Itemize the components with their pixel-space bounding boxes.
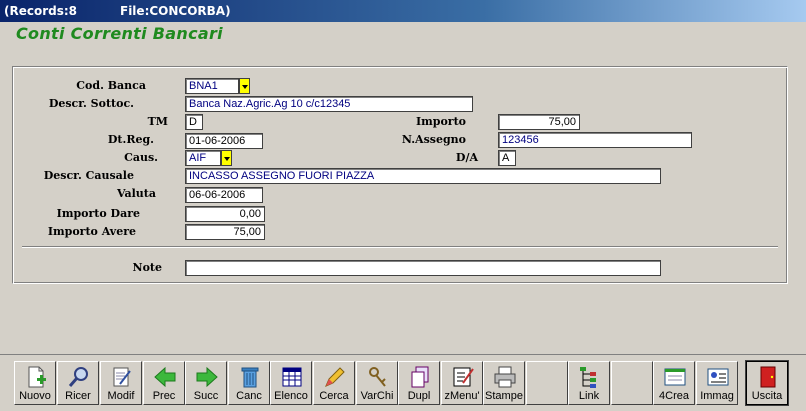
window-title-bar: (Records:8 File:CONCORBA) xyxy=(0,0,806,22)
records-count: (Records:8 xyxy=(4,4,78,18)
modif-button[interactable]: Modif xyxy=(100,361,142,405)
image-card-icon xyxy=(707,368,729,386)
ricer-button[interactable]: Ricer xyxy=(57,361,99,405)
uscita-button[interactable]: Uscita xyxy=(745,360,789,406)
stampe-button[interactable]: Stampe xyxy=(483,361,525,405)
descr-sottoc-field[interactable]: Banca Naz.Agric.Ag 10 c/c12345 xyxy=(185,96,473,112)
label-importo: Importo xyxy=(415,115,466,128)
nuovo-label: Nuovo xyxy=(19,390,51,402)
importo-avere-field[interactable]: 75,00 xyxy=(185,224,265,240)
arrow-right-icon xyxy=(196,366,218,388)
label-caus: Caus. xyxy=(124,151,158,164)
bottom-toolbar: Nuovo Ricer Modif Prec Succ Canc Elenco … xyxy=(0,354,806,411)
caus-field[interactable]: AIF xyxy=(185,150,221,166)
duplicate-icon xyxy=(411,366,429,388)
crea-label: 4Crea xyxy=(659,390,689,402)
varchi-label: VarChi xyxy=(360,390,394,402)
modif-label: Modif xyxy=(107,390,135,402)
separator xyxy=(22,246,778,248)
pencil-icon xyxy=(325,367,345,387)
prec-button[interactable]: Prec xyxy=(143,361,185,405)
label-importo-avere: Importo Avere xyxy=(47,225,136,238)
trash-icon xyxy=(241,367,259,388)
prec-label: Prec xyxy=(152,390,176,402)
empty-button-2[interactable] xyxy=(611,361,653,405)
label-n-assegno: N.Assegno xyxy=(401,133,466,146)
tm-field[interactable]: D xyxy=(185,114,203,130)
canc-button[interactable]: Canc xyxy=(228,361,270,405)
elenco-button[interactable]: Elenco xyxy=(270,361,312,405)
descr-causale-field[interactable]: INCASSO ASSEGNO FUORI PIAZZA xyxy=(185,168,661,184)
dt-reg-field[interactable]: 01-06-2006 xyxy=(185,133,263,149)
immag-label: Immag xyxy=(700,390,734,402)
uscita-label: Uscita xyxy=(751,390,783,402)
importo-dare-field[interactable]: 0,00 xyxy=(185,206,265,222)
file-name: File:CONCORBA) xyxy=(120,4,231,18)
zmenu-button[interactable]: zMenu' xyxy=(441,361,483,405)
n-assegno-field[interactable]: 123456 xyxy=(498,132,692,148)
caus-dropdown-icon[interactable] xyxy=(221,150,232,166)
stampe-label: Stampe xyxy=(485,390,523,402)
exit-door-icon xyxy=(760,366,776,388)
dupl-button[interactable]: Dupl xyxy=(398,361,440,405)
label-descr-causale: Descr. Causale xyxy=(43,169,134,182)
edit-document-icon xyxy=(113,367,131,387)
label-cod-banca: Cod. Banca xyxy=(76,79,146,92)
create-form-icon xyxy=(664,368,686,386)
valuta-field[interactable]: 06-06-2006 xyxy=(185,187,263,203)
form-title: Conti Correnti Bancari xyxy=(16,24,223,43)
arrow-left-icon xyxy=(154,366,176,388)
immag-button[interactable]: Immag xyxy=(696,361,738,405)
varchi-button[interactable]: VarChi xyxy=(356,361,398,405)
elenco-label: Elenco xyxy=(274,390,308,402)
canc-label: Canc xyxy=(236,390,262,402)
succ-label: Succ xyxy=(193,390,219,402)
importo-field[interactable]: 75,00 xyxy=(498,114,580,130)
nuovo-button[interactable]: Nuovo xyxy=(14,361,56,405)
label-valuta: Valuta xyxy=(116,187,156,200)
label-tm: TM xyxy=(147,115,168,128)
new-document-icon xyxy=(28,366,46,388)
cod-banca-field[interactable]: BNA1 xyxy=(185,78,239,94)
label-importo-dare: Importo Dare xyxy=(56,207,140,220)
label-dt-reg: Dt.Reg. xyxy=(107,133,154,146)
da-field[interactable]: A xyxy=(498,150,516,166)
label-note: Note xyxy=(132,261,162,274)
crea-button[interactable]: 4Crea xyxy=(653,361,695,405)
keys-icon xyxy=(369,367,386,387)
link-button[interactable]: Link xyxy=(568,361,610,405)
menu-edit-icon xyxy=(453,367,474,387)
succ-button[interactable]: Succ xyxy=(185,361,227,405)
printer-icon xyxy=(494,366,516,388)
cerca-label: Cerca xyxy=(319,390,349,402)
search-icon xyxy=(68,367,88,387)
table-icon xyxy=(282,367,302,387)
ricer-label: Ricer xyxy=(65,390,91,402)
cerca-button[interactable]: Cerca xyxy=(313,361,355,405)
note-field[interactable] xyxy=(185,260,661,276)
cod-banca-dropdown-icon[interactable] xyxy=(239,78,250,94)
label-descr-sottoc: Descr. Sottoc. xyxy=(48,97,134,110)
zmenu-label: zMenu' xyxy=(444,390,480,402)
empty-button-1[interactable] xyxy=(526,361,568,405)
link-tree-icon xyxy=(580,367,596,388)
dupl-label: Dupl xyxy=(407,390,431,402)
label-da: D/A xyxy=(455,151,478,164)
link-label: Link xyxy=(578,390,600,402)
